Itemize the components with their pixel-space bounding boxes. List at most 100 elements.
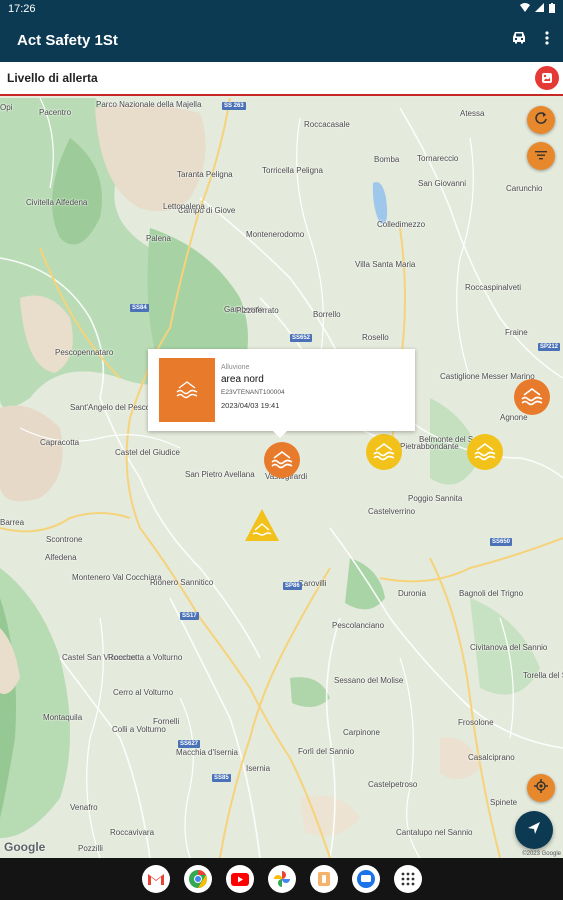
map-place-label: Fraine <box>505 328 528 337</box>
road-shield: SS85 <box>212 774 231 782</box>
navigate-button[interactable] <box>515 811 553 849</box>
map-place-label: Palena <box>146 234 171 243</box>
flood-marker[interactable] <box>467 434 503 470</box>
road-shield: SS650 <box>490 538 513 546</box>
event-category: Alluvione <box>221 364 250 371</box>
status-bar: 17:26 <box>0 0 563 18</box>
map-place-label: Castiglione Messer Marino <box>440 372 535 381</box>
flood-marker[interactable] <box>366 434 402 470</box>
refresh-button[interactable] <box>527 106 555 134</box>
map-place-label: Alfedena <box>45 553 77 562</box>
gmail-app-icon[interactable] <box>141 865 170 893</box>
map-place-label: Colli a Volturno <box>112 725 166 734</box>
my-location-button[interactable] <box>527 774 555 802</box>
flood-icon <box>245 509 279 541</box>
map-place-label: Carunchio <box>506 184 543 193</box>
map-place-label: Civitanova del Sannio <box>470 643 548 652</box>
map-place-label: Poggio Sannita <box>408 494 463 503</box>
map-place-label: Casalciprano <box>468 753 515 762</box>
flood-marker[interactable] <box>264 442 300 478</box>
map-place-label: Montenero Val Cocchiara <box>72 573 162 582</box>
app-drawer-icon[interactable] <box>393 865 422 893</box>
map-place-label: Pizzoferrato <box>236 306 279 315</box>
map-place-label: Bagnoli del Trigno <box>459 589 524 598</box>
map-place-label: Fornelli <box>153 717 180 726</box>
flood-icon <box>271 451 293 469</box>
map-place-label: Torricella Peligna <box>262 166 323 175</box>
map-place-label: Castelpetroso <box>368 780 418 789</box>
car-icon[interactable] <box>511 31 527 49</box>
map-place-label: Castelverrino <box>368 507 416 516</box>
map-place-label: Cerro al Volturno <box>113 688 174 697</box>
google-logo: Google <box>4 840 46 854</box>
chrome-app-icon[interactable] <box>183 865 212 893</box>
more-vert-icon[interactable] <box>545 30 549 50</box>
road-shield: SS17 <box>180 612 199 620</box>
map-place-label: Montaquila <box>43 713 83 722</box>
flood-warning-marker[interactable] <box>244 508 280 547</box>
alert-level-bar: Livello di allerta <box>0 62 563 96</box>
map-place-label: Rionero Sannitico <box>150 578 214 587</box>
map-place-label: Torella del Sannio <box>523 671 563 680</box>
map-place-label: Barrea <box>0 518 25 527</box>
event-title: area nord <box>221 374 264 385</box>
map-place-label: Carpinone <box>343 728 380 737</box>
road-shield: SS84 <box>130 304 149 312</box>
map-credit[interactable]: ©2023 Google <box>522 851 561 857</box>
road-shield: SS652 <box>290 334 313 342</box>
map-place-label: Castel del Giudice <box>115 448 180 457</box>
map-place-label: Atessa <box>460 109 485 118</box>
app-title: Act Safety 1St <box>17 31 118 49</box>
alert-level-icon[interactable] <box>535 66 559 90</box>
map-place-label: Cantalupo nel Sannio <box>396 828 473 837</box>
map-place-label: Roccaspinalveti <box>465 283 522 292</box>
map-place-label: Civitella Alfedena <box>26 198 88 207</box>
map-place-label: Opi <box>0 103 13 112</box>
map-place-label: Frosolone <box>458 718 494 727</box>
map-place-label: Pacentro <box>39 108 72 117</box>
alert-level-label: Livello di allerta <box>7 71 98 85</box>
app-bar: Act Safety 1St <box>0 18 563 62</box>
map-place-label: Colledimezzo <box>377 220 426 229</box>
filter-button[interactable] <box>527 142 555 170</box>
map-place-label: Lettopalena <box>163 202 205 211</box>
signal-icon <box>535 3 544 15</box>
filter-icon <box>535 147 547 165</box>
map-place-label: Parco Nazionale della Majella <box>96 100 202 109</box>
road-shield: SS 263 <box>222 102 246 110</box>
my-location-icon <box>534 778 548 798</box>
event-code: E23VTENANT100004 <box>221 389 285 396</box>
road-shield: SP86 <box>283 582 302 590</box>
map-place-label: Carovilli <box>298 579 327 588</box>
map-place-label: Rosello <box>362 333 389 342</box>
files-app-icon[interactable] <box>309 865 338 893</box>
youtube-app-icon[interactable] <box>225 865 254 893</box>
map-view[interactable]: Pacentro Parco Nazionale della Majella R… <box>0 98 563 858</box>
map-place-label: Pescopennataro <box>55 348 114 357</box>
map-place-label: Sant'Angelo del Pesco <box>70 403 151 412</box>
event-popup[interactable]: Alluvione area nord E23VTENANT100004 202… <box>148 349 415 438</box>
photos-app-icon[interactable] <box>267 865 296 893</box>
map-place-label: Spinete <box>490 798 518 807</box>
map-place-label: San Giovanni <box>418 179 467 188</box>
road-shield: SP212 <box>538 343 561 351</box>
app-dock <box>0 858 563 900</box>
map-place-label: Isernia <box>246 764 271 773</box>
map-place-label: Duronia <box>398 589 427 598</box>
map-place-label: Agnone <box>500 413 528 422</box>
wifi-icon <box>520 3 530 15</box>
map-place-label: Roccavivara <box>110 828 155 837</box>
refresh-icon <box>534 111 548 130</box>
map-place-label: Sessano del Molise <box>334 676 404 685</box>
flood-icon <box>474 443 496 461</box>
flood-marker[interactable] <box>514 379 550 415</box>
event-datetime: 2023/04/03 19:41 <box>221 401 280 410</box>
event-thumbnail <box>159 358 215 422</box>
map-place-label: Rocchetta a Volturno <box>108 653 183 662</box>
flood-icon <box>373 443 395 461</box>
map-place-label: Tornareccio <box>417 154 459 163</box>
map-place-label: Villa Santa Maria <box>355 260 416 269</box>
messages-app-icon[interactable] <box>351 865 380 893</box>
map-place-label: Borrello <box>313 310 341 319</box>
map-place-label: Montenerodomo <box>246 230 305 239</box>
